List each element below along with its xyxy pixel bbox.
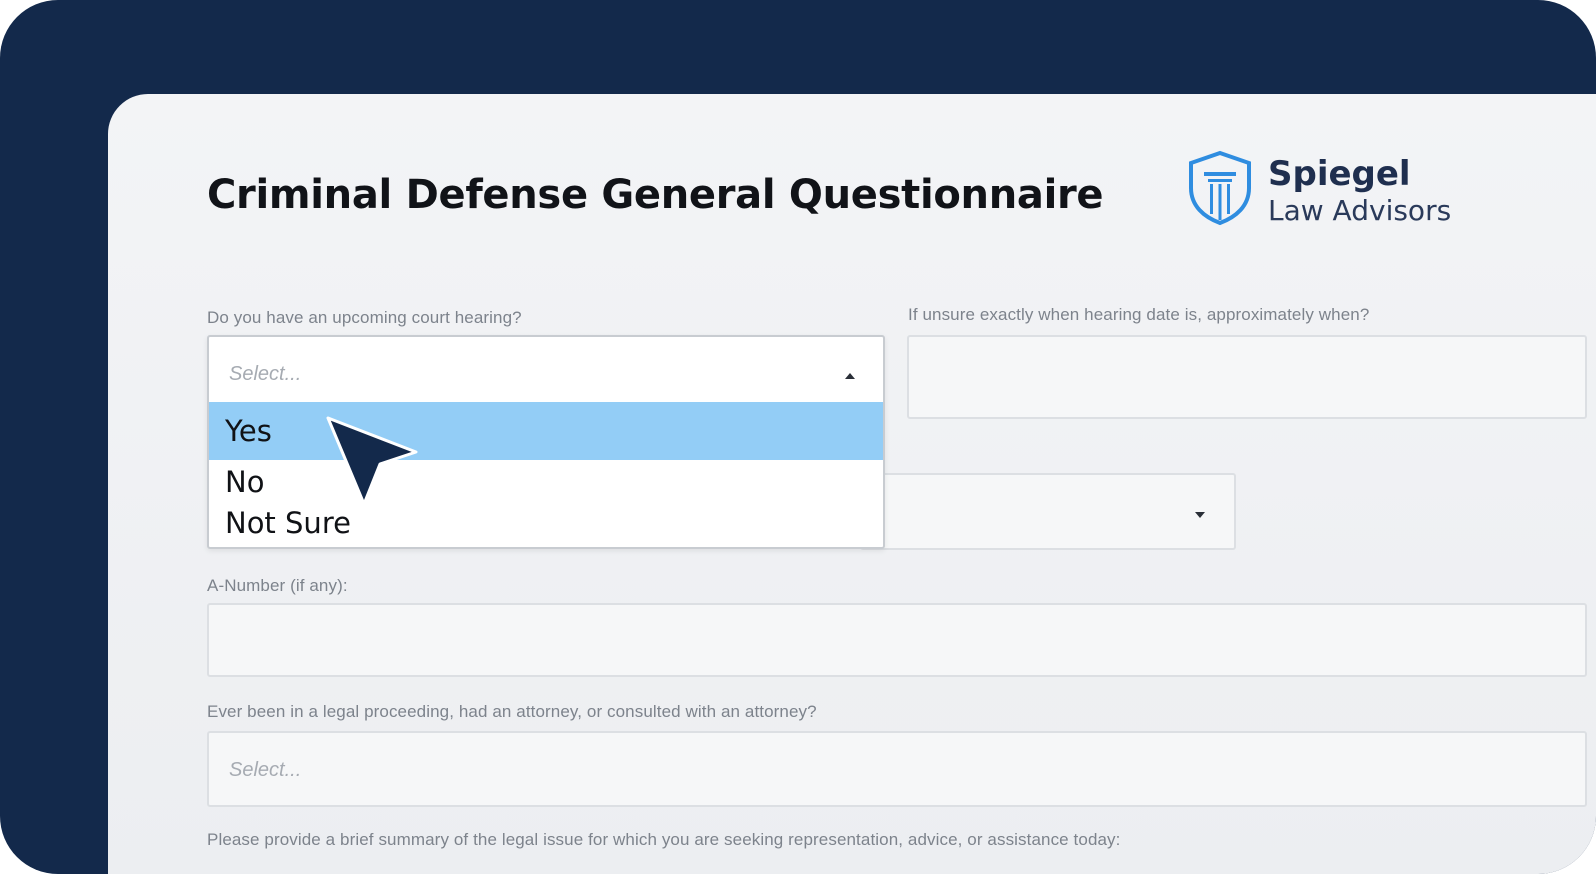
legal-history-placeholder: Select...: [229, 759, 302, 781]
brand-tagline: Law Advisors: [1268, 194, 1452, 227]
brand-logo: Spiegel Law Advisors: [1186, 150, 1476, 230]
legal-history-select[interactable]: Select...: [207, 731, 1587, 807]
hidden-select[interactable]: [860, 473, 1236, 550]
a-number-input[interactable]: [207, 603, 1587, 677]
court-hearing-placeholder: Select...: [229, 363, 302, 385]
shield-column-icon: [1189, 150, 1251, 226]
court-hearing-label: Do you have an upcoming court hearing?: [207, 308, 522, 327]
a-number-label: A-Number (if any):: [207, 576, 348, 595]
summary-label: Please provide a brief summary of the le…: [207, 830, 1121, 849]
brand-name: Spiegel: [1268, 154, 1411, 194]
option-no[interactable]: No: [209, 462, 883, 502]
court-hearing-select[interactable]: Select... Yes No Not Sure: [207, 335, 885, 549]
option-yes[interactable]: Yes: [209, 402, 883, 460]
hearing-approx-input[interactable]: [907, 335, 1587, 419]
option-not-sure[interactable]: Not Sure: [209, 503, 883, 543]
mouse-cursor-icon: [326, 416, 418, 506]
legal-history-label: Ever been in a legal proceeding, had an …: [207, 702, 817, 721]
chevron-down-icon: [1195, 512, 1205, 518]
hearing-approx-label: If unsure exactly when hearing date is, …: [908, 305, 1370, 324]
page-title: Criminal Defense General Questionnaire: [207, 172, 1104, 218]
chevron-up-icon[interactable]: [845, 373, 855, 379]
